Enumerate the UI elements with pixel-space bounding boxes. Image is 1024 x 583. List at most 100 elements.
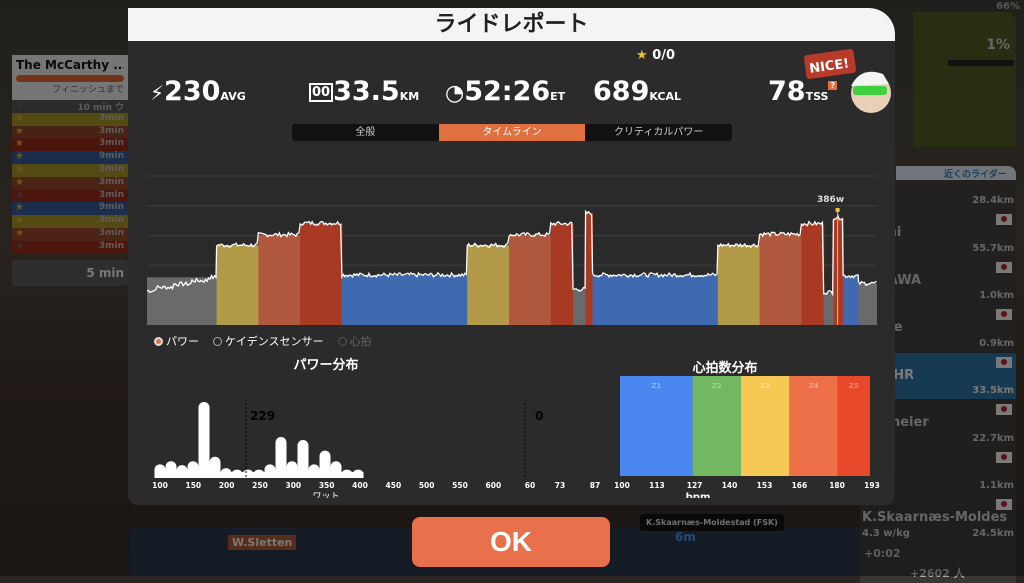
hr-zone-label: Z1 [651, 382, 661, 390]
hr-zone-label: Z4 [809, 382, 819, 390]
hr-zone-label: Z3 [760, 382, 770, 390]
histogram-bar-base [330, 472, 342, 478]
ok-button[interactable]: OK [412, 517, 610, 567]
stars-value: 0/0 [652, 48, 676, 63]
x-tick-label: 140 [722, 481, 738, 490]
x-tick-label: 500 [419, 481, 435, 490]
x-tick-label: 60 [525, 481, 535, 490]
radio-icon[interactable] [337, 337, 347, 346]
power-distribution-title: パワー分布 [293, 357, 358, 373]
x-tick-label: 350 [319, 481, 335, 490]
zone-segment [341, 274, 468, 325]
timeline-chart: 386w [147, 145, 877, 325]
legend-label: 心拍 [349, 335, 372, 348]
hr-zone-label: Z2 [712, 382, 722, 390]
radio-icon[interactable] [213, 337, 222, 346]
zone-segment [509, 234, 552, 325]
zone-segment [843, 275, 859, 325]
time-value: 52:26 [464, 76, 551, 107]
legend-option[interactable]: 心拍 [337, 333, 372, 349]
histogram-bar-base [253, 472, 265, 478]
x-tick-label: 250 [252, 481, 268, 490]
zone-segment [759, 234, 802, 325]
histogram-bar-base [187, 472, 199, 478]
power-icon: ⚡ [150, 81, 165, 105]
zone-segment [592, 274, 719, 325]
legend-label: パワー [166, 335, 199, 348]
x-axis-label: ワット [312, 492, 339, 498]
zone-segment [717, 245, 761, 325]
dialog-title: ライドレポート [128, 8, 895, 41]
distance-value: 33.5 [333, 76, 400, 107]
x-tick-label: 153 [757, 481, 773, 490]
distance-unit: KM [399, 90, 420, 103]
hr-zone-bar [789, 376, 838, 476]
radio-icon[interactable] [154, 337, 163, 346]
tab-0[interactable]: 全般 [292, 124, 439, 141]
histogram-bar-base [198, 472, 210, 478]
legend-option[interactable]: ケイデンスセンサー [213, 333, 324, 349]
hr-zone-bar [740, 376, 790, 476]
hr-zone-label: Z5 [849, 382, 859, 390]
nice-badge: NICE! [803, 49, 891, 113]
histogram-bar-base [165, 472, 177, 478]
x-tick-label: 193 [864, 481, 880, 490]
histogram-bar-base [286, 472, 298, 478]
stars-count: ★ 0/0 [636, 48, 675, 63]
hr-zone-bar [837, 376, 870, 476]
histogram-bar-base [176, 472, 188, 478]
heart-rate-title: 心拍数分布 [692, 360, 757, 376]
hr-zone-bar [692, 376, 741, 476]
x-tick-label: 113 [649, 481, 665, 490]
calories-value: 689 [593, 76, 650, 107]
tab-2[interactable]: クリティカルパワー [585, 124, 732, 141]
histogram-bar-base [231, 472, 243, 478]
x-axis-label: bpm [686, 492, 711, 498]
average-cadence-label: 0 [535, 409, 543, 423]
zone-segment [858, 283, 877, 325]
power-unit: AVG [220, 90, 246, 103]
x-tick-label: 400 [352, 481, 368, 490]
histogram-bar [198, 402, 210, 478]
time-unit: ET [550, 90, 566, 103]
power-value: 230 [164, 76, 221, 107]
x-tick-label: 87 [590, 481, 600, 490]
legend-label: ケイデンスセンサー [225, 335, 324, 348]
tab-1[interactable]: タイムライン [438, 124, 586, 141]
x-tick-label: 150 [186, 481, 202, 490]
calories-unit: KCAL [649, 90, 681, 103]
histogram-bar-base [319, 472, 331, 478]
zone-segment [300, 223, 343, 325]
stat-distance: 00 33.5KM [309, 76, 419, 107]
zone-segment [823, 292, 834, 325]
histogram-bar-base [264, 472, 276, 478]
average-power-label: 229 [250, 409, 275, 423]
star-icon: ★ [636, 48, 648, 63]
avatar-cap [851, 71, 889, 86]
hr-zone-bar [620, 376, 693, 476]
zone-segment [573, 289, 587, 325]
peak-dot [835, 207, 840, 212]
stat-calories: 689KCAL [593, 76, 681, 107]
stat-time: ◔52:26ET [445, 76, 565, 107]
zone-segment [550, 223, 574, 325]
zone-segment [801, 223, 825, 325]
x-tick-label: 200 [219, 481, 235, 490]
tss-value: 78 [768, 76, 806, 107]
odometer-icon: 00 [309, 83, 334, 102]
histogram-bar-base [352, 472, 364, 478]
x-tick-label: 300 [286, 481, 302, 490]
x-tick-label: 100 [152, 481, 168, 490]
histogram-bar-base [154, 472, 166, 478]
clock-icon: ◔ [445, 81, 465, 106]
stat-power: ⚡230AVG [150, 76, 246, 107]
legend-option[interactable]: パワー [154, 333, 199, 349]
zone-segment [258, 234, 301, 325]
x-tick-label: 450 [386, 481, 402, 490]
histogram-bar-base [209, 472, 221, 478]
histogram-bar-base [275, 472, 287, 478]
histogram-bar-base [220, 472, 232, 478]
x-tick-label: 127 [687, 481, 703, 490]
x-tick-label: 600 [486, 481, 502, 490]
x-tick-label: 550 [452, 481, 468, 490]
